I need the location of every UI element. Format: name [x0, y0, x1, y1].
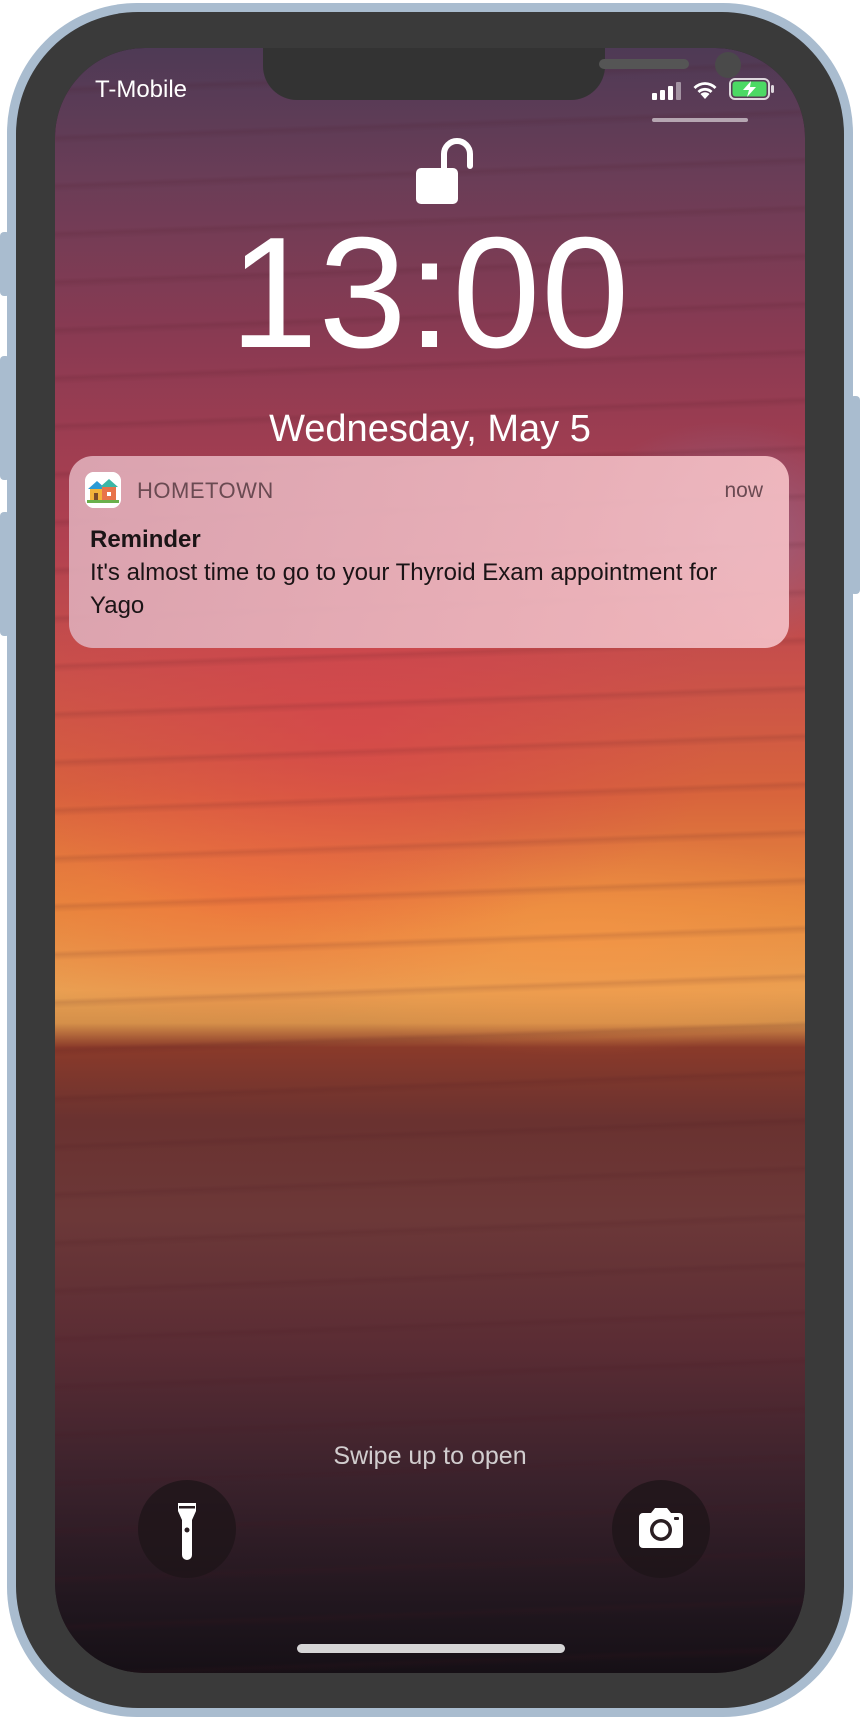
- wifi-icon: [693, 82, 717, 99]
- carrier-label: T-Mobile: [95, 76, 188, 103]
- flashlight-icon: [178, 1503, 196, 1560]
- earpiece-speaker: [599, 59, 689, 69]
- volume-up-button: [0, 356, 10, 480]
- power-button: [850, 396, 860, 594]
- notification-card[interactable]: HOMETOWN now Reminder It's almost time t…: [69, 456, 789, 648]
- unlocked-padlock-icon: [416, 138, 473, 204]
- hometown-app-icon: [85, 472, 121, 508]
- notification-body: It's almost time to go to your Thyroid E…: [90, 559, 718, 619]
- camera-icon: [639, 1508, 683, 1548]
- front-camera: [715, 52, 741, 78]
- cellular-signal-icon: [652, 80, 681, 100]
- mute-switch: [0, 232, 10, 296]
- battery-charging-icon: [729, 78, 774, 100]
- control-center-indicator[interactable]: [652, 118, 748, 122]
- swipe-up-hint: Swipe up to open: [333, 1442, 527, 1470]
- lock-screen-date: Wednesday, May 5: [269, 408, 591, 450]
- notification-time: now: [724, 479, 763, 502]
- notch: [263, 48, 741, 100]
- camera-button[interactable]: [612, 1480, 710, 1578]
- lock-screen: T-Mobile 13:00 Wednesday, May 5 HOMETOWN…: [55, 48, 805, 1673]
- lock-screen-time: 13:00: [229, 205, 631, 381]
- notification-title: Reminder: [90, 526, 201, 553]
- home-indicator[interactable]: [297, 1644, 565, 1653]
- flashlight-button[interactable]: [138, 1480, 236, 1578]
- notification-app-name: HOMETOWN: [137, 478, 274, 503]
- status-icons: [652, 78, 775, 100]
- volume-down-button: [0, 512, 10, 636]
